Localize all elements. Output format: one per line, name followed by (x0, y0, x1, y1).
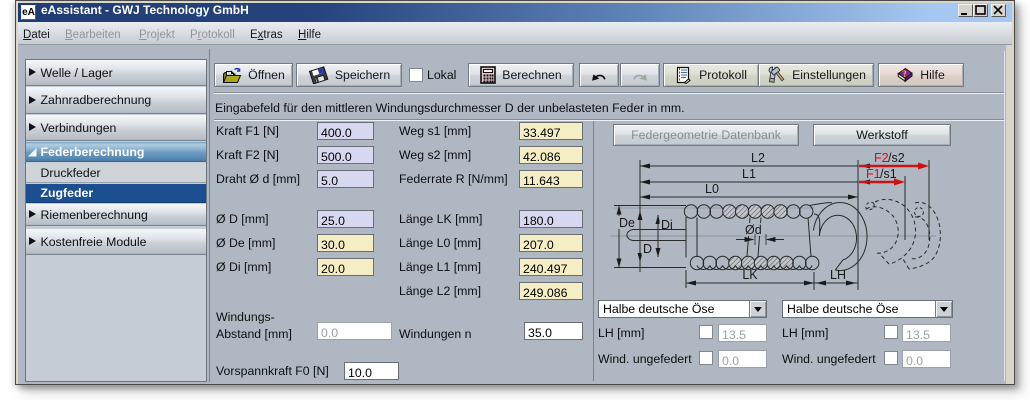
svg-text:De: De (619, 216, 635, 230)
svg-text:Ød: Ød (745, 223, 762, 237)
svg-text:LH: LH (830, 268, 846, 282)
svg-text:F2: F2 (874, 151, 889, 165)
svg-text:LK: LK (742, 268, 758, 282)
svg-text:/s2: /s2 (888, 151, 905, 165)
svg-text:L2: L2 (751, 151, 765, 165)
svg-text:L0: L0 (705, 182, 719, 196)
svg-text:D: D (643, 242, 652, 256)
svg-text:/s1: /s1 (880, 167, 897, 181)
svg-text:F1: F1 (866, 167, 881, 181)
svg-text:L1: L1 (742, 167, 756, 181)
